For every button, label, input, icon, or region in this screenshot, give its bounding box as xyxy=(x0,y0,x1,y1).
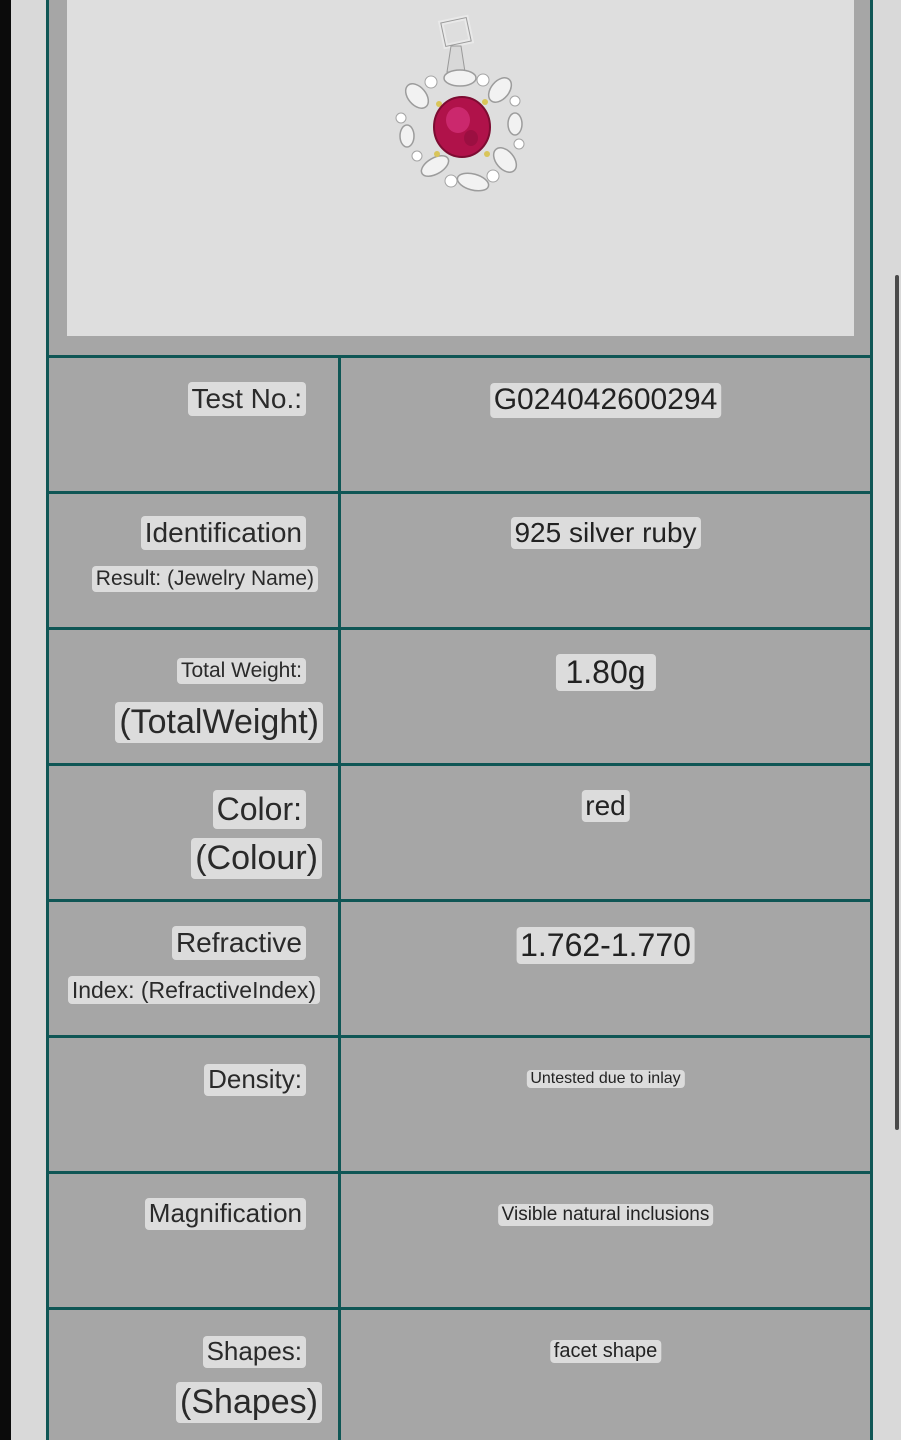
shapes-value: facet shape xyxy=(549,1340,662,1363)
density-value: Untested due to inlay xyxy=(526,1070,685,1089)
row-value-cell: 925 silver ruby xyxy=(338,494,870,627)
shapes-sublabel: (Shapes) xyxy=(176,1382,322,1424)
row-label-cell: Color: (Colour) xyxy=(49,766,338,899)
row-value-cell: 1.762-1.770 xyxy=(338,902,870,1035)
scrollbar-thumb[interactable] xyxy=(895,275,899,1130)
left-edge-bar xyxy=(0,0,11,1440)
color-label: Color: xyxy=(212,790,306,829)
pendant-image xyxy=(395,14,525,192)
table-row: Test No.: G024042600294 xyxy=(49,355,870,491)
magnification-label: Magnification xyxy=(144,1198,306,1230)
row-label-cell: Total Weight: (TotalWeight) xyxy=(49,630,338,763)
shapes-label: Shapes: xyxy=(202,1336,306,1368)
row-value-cell: 1.80g xyxy=(338,630,870,763)
color-sublabel: (Colour) xyxy=(191,838,322,880)
refractive-sublabel: Index: (RefractiveIndex) xyxy=(67,976,320,1005)
test-no-value: G024042600294 xyxy=(489,383,722,418)
row-value-cell: red xyxy=(338,766,870,899)
row-value-cell: Untested due to inlay xyxy=(338,1038,870,1171)
refractive-value: 1.762-1.770 xyxy=(516,927,695,964)
test-no-label: Test No.: xyxy=(187,382,306,417)
row-value-cell: facet shape xyxy=(338,1310,870,1440)
row-value-cell: Visible natural inclusions xyxy=(338,1174,870,1307)
row-label-cell: Shapes: (Shapes) xyxy=(49,1310,338,1440)
product-photo xyxy=(67,0,854,336)
row-value-cell: G024042600294 xyxy=(338,358,870,491)
row-label-cell: Magnification xyxy=(49,1174,338,1307)
table-row: Shapes: (Shapes) facet shape xyxy=(49,1307,870,1440)
row-label-cell: Refractive Index: (RefractiveIndex) xyxy=(49,902,338,1035)
identification-sublabel: Result: (Jewelry Name) xyxy=(91,566,318,593)
magnification-value: Visible natural inclusions xyxy=(497,1204,714,1226)
table-row: Color: (Colour) red xyxy=(49,763,870,899)
total-weight-sublabel: (TotalWeight) xyxy=(115,702,323,744)
total-weight-value: 1.80g xyxy=(555,654,656,691)
details-table: Test No.: G024042600294 Identification R… xyxy=(49,355,870,1440)
table-row: Identification Result: (Jewelry Name) 92… xyxy=(49,491,870,627)
refractive-label: Refractive xyxy=(171,926,306,961)
row-label-cell: Test No.: xyxy=(49,358,338,491)
color-value: red xyxy=(581,790,630,823)
row-label-cell: Density: xyxy=(49,1038,338,1171)
density-label: Density: xyxy=(204,1064,306,1096)
table-row: Total Weight: (TotalWeight) 1.80g xyxy=(49,627,870,763)
identification-label: Identification xyxy=(140,516,306,551)
table-row: Refractive Index: (RefractiveIndex) 1.76… xyxy=(49,899,870,1035)
identification-value: 925 silver ruby xyxy=(510,517,701,550)
table-row: Density: Untested due to inlay xyxy=(49,1035,870,1171)
certificate-frame: Test No.: G024042600294 Identification R… xyxy=(46,0,873,1440)
table-row: Magnification Visible natural inclusions xyxy=(49,1171,870,1307)
total-weight-label: Total Weight: xyxy=(176,658,306,685)
row-label-cell: Identification Result: (Jewelry Name) xyxy=(49,494,338,627)
